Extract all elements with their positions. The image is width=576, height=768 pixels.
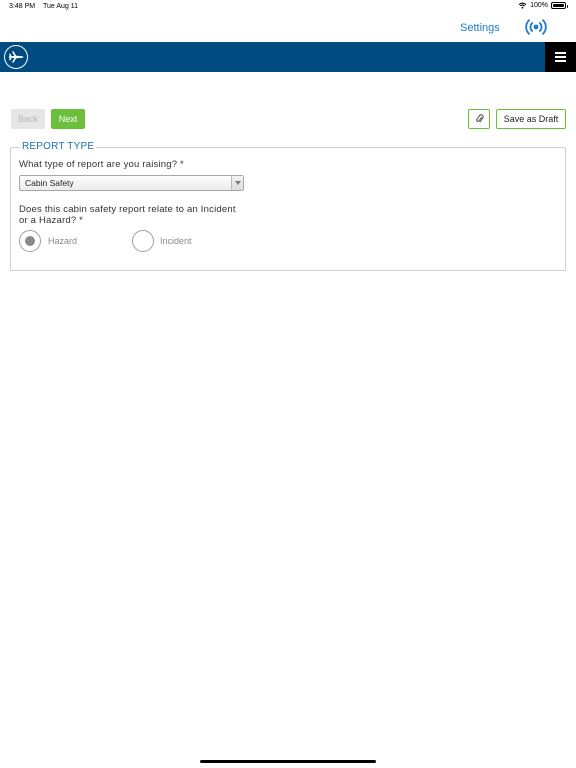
- wifi-icon: [518, 2, 527, 9]
- next-button[interactable]: Next: [51, 109, 85, 129]
- save-as-draft-button[interactable]: Save as Draft: [496, 109, 566, 129]
- status-date: Tue Aug 11: [43, 3, 79, 10]
- hazard-label: Hazard: [48, 236, 78, 246]
- report-type-question: What type of report are you raising? *: [19, 159, 184, 170]
- paperclip-icon: [475, 114, 484, 123]
- incident-label: Incident: [160, 236, 192, 246]
- airplane-logo-icon: [4, 45, 28, 69]
- dropdown-arrow-icon: [231, 176, 243, 190]
- broadcast-icon[interactable]: [525, 18, 547, 36]
- hazard-radio[interactable]: [19, 230, 41, 252]
- report-type-value: Cabin Safety: [25, 178, 74, 188]
- incident-radio[interactable]: [132, 230, 154, 252]
- home-indicator[interactable]: [200, 760, 376, 763]
- battery-percent: 100%: [530, 2, 548, 9]
- battery-icon: [551, 2, 568, 9]
- back-button[interactable]: Back: [11, 109, 45, 129]
- attachment-button[interactable]: [468, 109, 490, 129]
- status-right: 100%: [518, 2, 568, 9]
- top-nav: Settings: [0, 14, 576, 42]
- settings-link[interactable]: Settings: [460, 22, 500, 34]
- report-type-select[interactable]: Cabin Safety: [19, 175, 244, 191]
- hamburger-menu-icon[interactable]: [545, 42, 576, 72]
- status-bar: 3:48 PM Tue Aug 11 100%: [0, 0, 576, 14]
- section-title: REPORT TYPE: [20, 141, 97, 152]
- report-type-panel: REPORT TYPE What type of report are you …: [10, 141, 566, 271]
- app-header: [0, 42, 576, 72]
- status-time: 3:48 PM: [9, 3, 36, 10]
- relation-question: Does this cabin safety report relate to …: [19, 204, 236, 226]
